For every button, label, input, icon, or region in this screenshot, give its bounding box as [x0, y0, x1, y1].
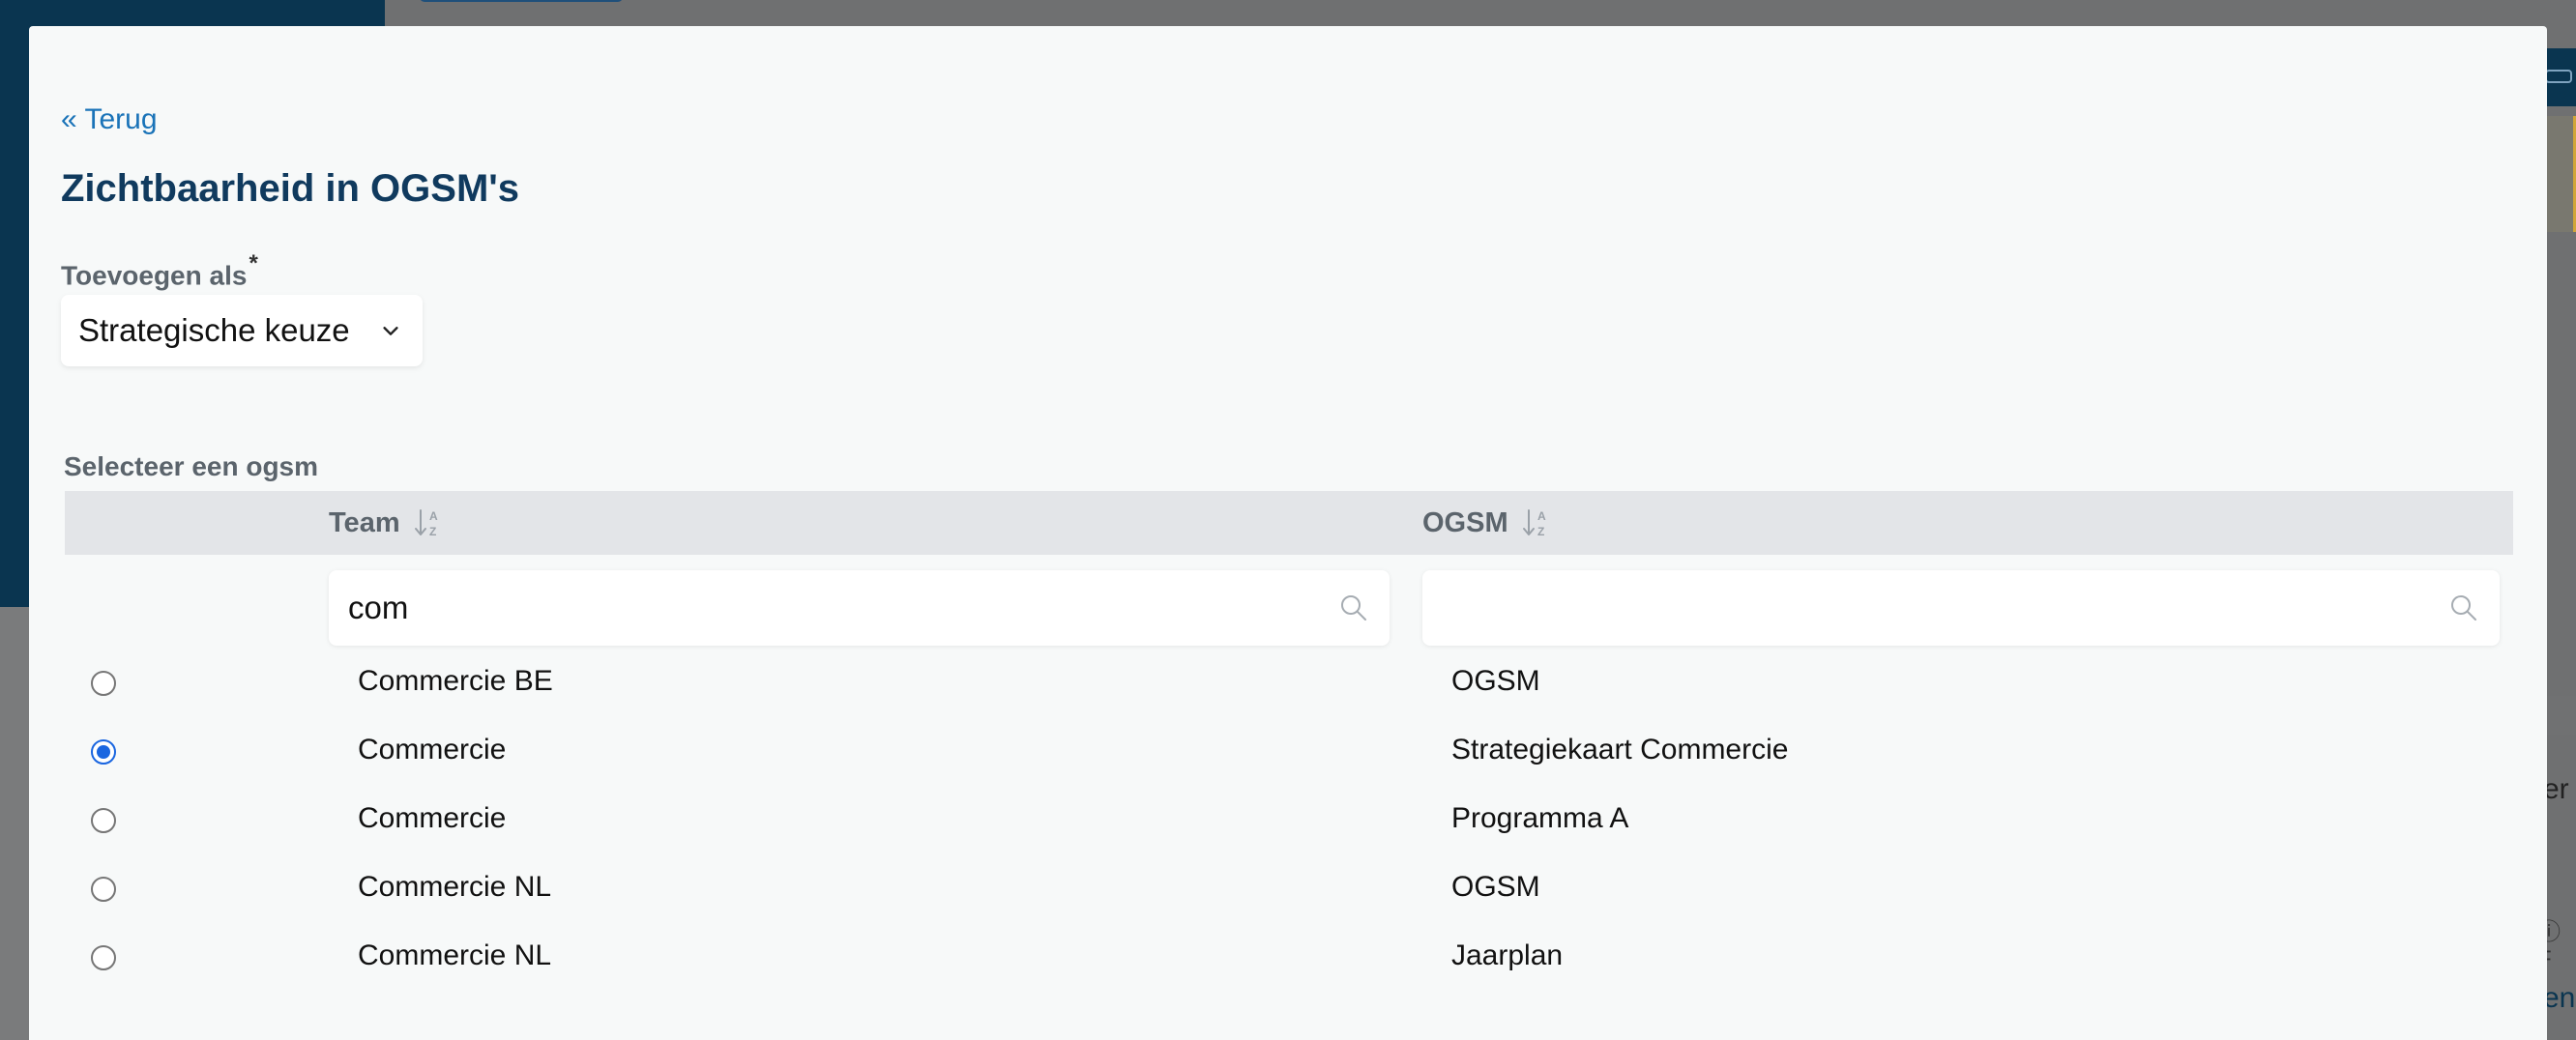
table-row[interactable]: Commercie Programma A: [65, 789, 2513, 857]
chevron-down-icon: [383, 327, 398, 335]
team-cell: Commercie BE: [358, 665, 553, 697]
add-as-selected-value: Strategische keuze: [78, 312, 350, 348]
visibility-modal: « Terug Zichtbaarheid in OGSM's Toevoege…: [29, 26, 2547, 1040]
table-row[interactable]: Commercie BE OGSM: [65, 651, 2513, 720]
ogsm-cell: Programma A: [1451, 802, 1629, 834]
page-title: Zichtbaarheid in OGSM's: [61, 167, 520, 210]
team-cell: Commercie NL: [358, 939, 552, 971]
sort-alpha-icon: A Z: [1522, 509, 1546, 538]
add-as-label: Toevoegen als*: [61, 250, 258, 291]
background-text: en: [2543, 982, 2576, 1014]
ogsm-cell: Strategiekaart Commercie: [1451, 734, 1789, 766]
ogsm-filter: [1422, 570, 2500, 646]
ogsm-cell: OGSM: [1451, 871, 1540, 903]
table-header: Team A Z OGSM A Z: [65, 491, 2513, 555]
column-header-team[interactable]: Team A Z: [329, 491, 443, 555]
search-icon: [2451, 595, 2476, 621]
ogsm-cell: OGSM: [1451, 665, 1540, 697]
background-top-button: [420, 0, 623, 2]
team-filter-input[interactable]: [329, 570, 1322, 646]
table-row[interactable]: Commercie NL OGSM: [65, 857, 2513, 926]
filter-row: [65, 555, 2513, 651]
column-header-label: Team: [329, 506, 400, 538]
add-as-select[interactable]: Strategische keuze: [61, 295, 423, 366]
background-right-stripe: [2543, 116, 2576, 232]
ogsm-table: Team A Z OGSM A Z com Commercie BE OGSM …: [65, 491, 2513, 995]
column-header-ogsm[interactable]: OGSM A Z: [1422, 491, 1551, 555]
row-radio[interactable]: [91, 671, 116, 696]
required-mark: *: [249, 250, 258, 276]
row-radio[interactable]: [91, 945, 116, 970]
table-row[interactable]: Commercie Strategiekaart Commercie: [65, 720, 2513, 789]
svg-text:Z: Z: [1537, 525, 1544, 538]
ogsm-cell: Jaarplan: [1451, 939, 1564, 971]
column-header-label: OGSM: [1422, 506, 1508, 538]
team-cell: Commercie: [358, 802, 507, 834]
add-as-label-text: Toevoegen als: [61, 260, 248, 291]
svg-text:Z: Z: [429, 525, 436, 538]
team-filter: [329, 570, 1390, 646]
team-cell: Commercie: [358, 734, 507, 766]
row-radio[interactable]: [91, 877, 116, 902]
search-icon: [1341, 595, 1366, 621]
row-radio[interactable]: [91, 739, 116, 765]
background-icon: [2545, 70, 2572, 83]
back-link[interactable]: « Terug: [61, 103, 158, 136]
row-radio[interactable]: [91, 808, 116, 833]
sort-alpha-icon: A Z: [414, 509, 438, 538]
team-cell: Commercie NL: [358, 871, 552, 903]
ogsm-filter-input[interactable]: [1422, 570, 2432, 646]
select-ogsm-label: Selecteer een ogsm: [64, 451, 319, 481]
svg-text:A: A: [1537, 509, 1546, 523]
svg-text:A: A: [429, 509, 438, 523]
table-row[interactable]: Commercie NL Jaarplan: [65, 926, 2513, 995]
background-text: er: [2543, 773, 2569, 805]
